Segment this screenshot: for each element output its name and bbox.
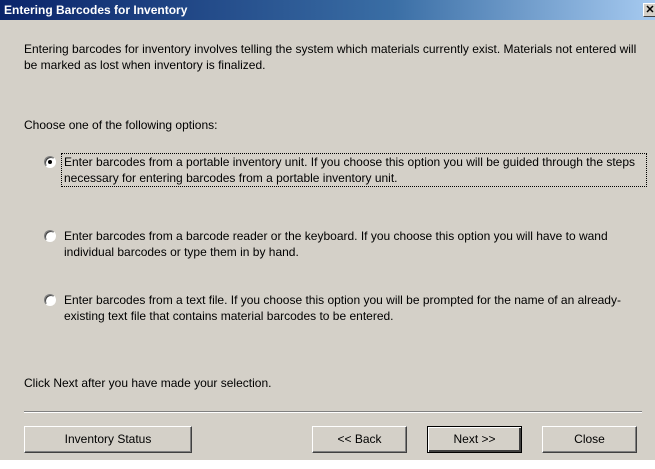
choose-prompt: Choose one of the following options:	[24, 118, 218, 132]
option-portable-unit-label[interactable]: Enter barcodes from a portable inventory…	[61, 153, 647, 187]
close-button[interactable]: Close	[542, 426, 637, 453]
intro-text: Entering barcodes for inventory involves…	[24, 42, 637, 72]
radio-barcode-reader[interactable]	[44, 230, 56, 242]
option-barcode-reader-label[interactable]: Enter barcodes from a barcode reader or …	[62, 228, 646, 260]
title-bar[interactable]: Entering Barcodes for Inventory ✕	[0, 0, 655, 20]
dialog-window: Entering Barcodes for Inventory ✕ Enteri…	[0, 0, 655, 460]
option-text-file-label[interactable]: Enter barcodes from a text file. If you …	[62, 292, 646, 324]
next-button[interactable]: Next >>	[427, 426, 522, 453]
separator	[24, 411, 642, 413]
inventory-status-button[interactable]: Inventory Status	[24, 426, 192, 453]
close-icon: ✕	[645, 4, 655, 16]
close-window-button[interactable]: ✕	[643, 3, 655, 17]
back-button[interactable]: << Back	[312, 426, 407, 453]
click-next-hint: Click Next after you have made your sele…	[24, 376, 272, 390]
radio-text-file[interactable]	[44, 294, 56, 306]
window-title: Entering Barcodes for Inventory	[4, 3, 188, 17]
radio-portable-unit[interactable]	[44, 156, 56, 168]
